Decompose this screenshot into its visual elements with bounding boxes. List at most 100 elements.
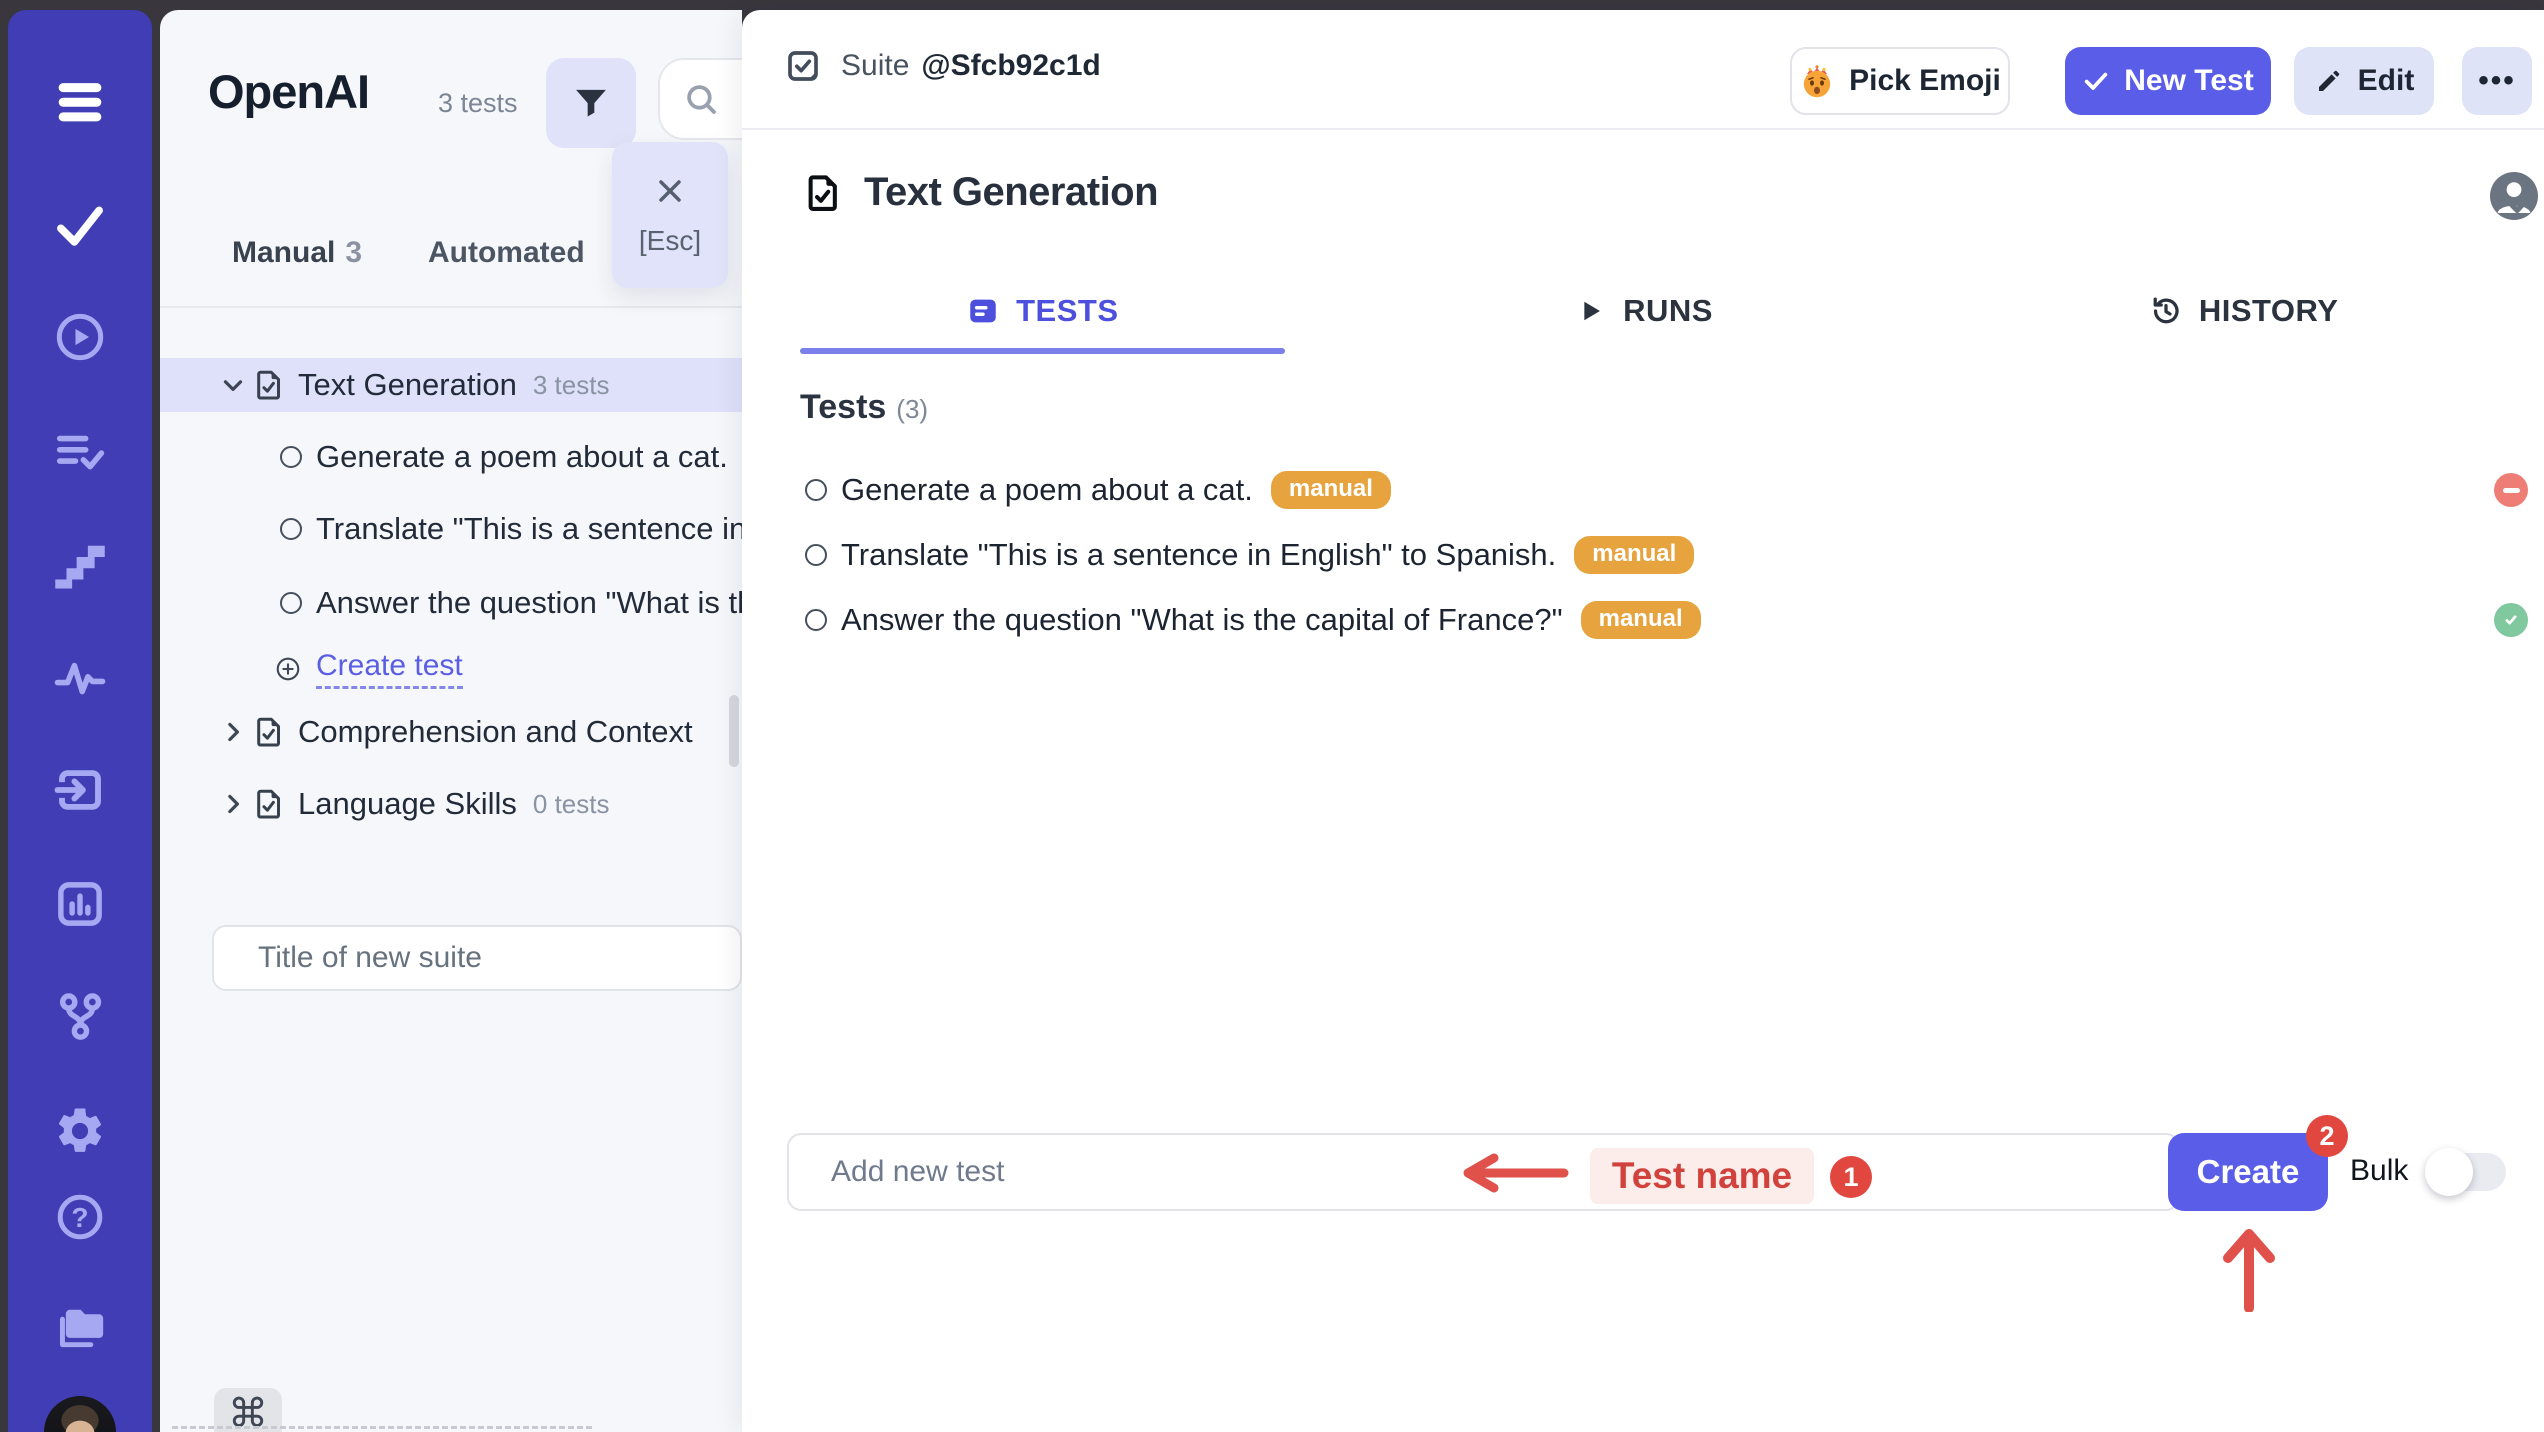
- play-circle-icon[interactable]: [53, 310, 107, 364]
- test-circle-icon[interactable]: [805, 609, 827, 631]
- plus-circle-icon: [274, 655, 302, 683]
- suite-tests-count: 3 tests: [438, 88, 518, 119]
- search-input[interactable]: [658, 58, 742, 140]
- manual-badge: manual: [1574, 536, 1694, 574]
- chevron-right-icon[interactable]: [218, 789, 248, 819]
- test-row[interactable]: Translate "This is a sentence in English…: [742, 528, 2544, 582]
- suite-doc-icon: [250, 786, 286, 822]
- new-test-button[interactable]: New Test: [2065, 47, 2271, 115]
- list-check-icon[interactable]: [53, 425, 107, 479]
- tree-create-test[interactable]: Create test: [160, 642, 742, 696]
- tree-suite-comprehension[interactable]: Comprehension and Context: [160, 705, 742, 759]
- tree-test-item[interactable]: Generate a poem about a cat.: [160, 430, 742, 484]
- test-circle-icon: [280, 592, 302, 614]
- suite-panel: OpenAI 3 tests [Esc] Manual3 Automated T…: [160, 10, 742, 1432]
- create-button[interactable]: Create: [2168, 1133, 2328, 1211]
- bar-chart-icon[interactable]: [53, 877, 107, 931]
- tab-tests[interactable]: TESTS: [742, 268, 1343, 354]
- test-circle-icon[interactable]: [805, 479, 827, 501]
- page-title: Text Generation: [864, 170, 1158, 215]
- edit-button[interactable]: Edit: [2294, 47, 2434, 115]
- annotation-left-arrow: [1454, 1150, 1570, 1196]
- annotation-step-2-badge: 2: [2306, 1115, 2348, 1157]
- tab-automated[interactable]: Automated: [428, 236, 585, 270]
- runs-tab-icon: [1573, 294, 1607, 328]
- chevron-right-icon[interactable]: [218, 717, 248, 747]
- breadcrumb: Suite @Sfcb92c1d: [783, 46, 1101, 86]
- person-check-icon: [2490, 172, 2538, 220]
- annotation-up-arrow: [2218, 1220, 2280, 1312]
- status-blocked-icon[interactable]: [2494, 473, 2528, 507]
- check-icon: [2082, 67, 2110, 95]
- git-branch-icon[interactable]: [53, 989, 107, 1043]
- active-tab-underline: [800, 348, 1285, 354]
- activity-icon[interactable]: [53, 651, 107, 705]
- suite-doc-icon: [250, 367, 286, 403]
- user-avatar[interactable]: [44, 1396, 116, 1432]
- tests-heading: Tests(3): [800, 388, 928, 427]
- close-icon[interactable]: [652, 173, 688, 209]
- tab-history[interactable]: HISTORY: [1943, 268, 2544, 354]
- menu-icon[interactable]: [53, 73, 107, 127]
- panel-divider: [160, 306, 742, 308]
- check-icon[interactable]: [53, 198, 107, 252]
- test-row[interactable]: Generate a poem about a cat. manual: [742, 463, 2544, 517]
- filter-icon: [570, 82, 612, 124]
- assignee-avatar[interactable]: [2490, 172, 2538, 220]
- manual-badge: manual: [1271, 471, 1391, 509]
- suite-label: Suite: [841, 49, 909, 83]
- test-circle-icon: [280, 518, 302, 540]
- more-actions-button[interactable]: •••: [2462, 47, 2532, 115]
- page-title-row: Text Generation: [800, 170, 1158, 215]
- toggle-knob[interactable]: [2425, 1148, 2473, 1196]
- tree-suite-label: Text Generation: [298, 367, 517, 403]
- manual-count: 3: [345, 236, 362, 269]
- annotation-step-1-badge: 1: [1830, 1156, 1872, 1198]
- tree-suite-language-skills[interactable]: Language Skills 0 tests: [160, 777, 742, 831]
- test-circle-icon: [280, 446, 302, 468]
- status-passed-icon[interactable]: [2494, 603, 2528, 637]
- tree-test-item[interactable]: Answer the question "What is the capital…: [160, 576, 742, 630]
- search-icon: [682, 80, 720, 118]
- test-row[interactable]: Answer the question "What is the capital…: [742, 593, 2544, 647]
- tests-tab-icon: [966, 294, 1000, 328]
- folders-icon[interactable]: [53, 1299, 107, 1353]
- annotation-test-name-label: Test name: [1590, 1148, 1814, 1204]
- suite-doc-icon: [250, 714, 286, 750]
- chevron-down-icon[interactable]: [218, 370, 248, 400]
- pencil-icon: [2314, 66, 2344, 96]
- ellipsis-icon: •••: [2478, 64, 2516, 98]
- import-icon[interactable]: [53, 763, 107, 817]
- tree-test-item[interactable]: Translate "This is a sentence in English…: [160, 502, 742, 556]
- suite-check-icon: [783, 46, 823, 86]
- exploding-head-emoji: [1799, 63, 1835, 99]
- app-title: OpenAI: [208, 64, 369, 119]
- help-icon[interactable]: ?: [53, 1190, 107, 1244]
- svg-text:?: ?: [71, 1202, 88, 1233]
- esc-key-label: [Esc]: [639, 225, 701, 257]
- suite-id: @Sfcb92c1d: [921, 49, 1100, 83]
- tree-suite-text-generation[interactable]: Text Generation 3 tests: [160, 358, 742, 412]
- manual-badge: manual: [1581, 601, 1701, 639]
- main-panel: Suite @Sfcb92c1d Pick Emoji New Test Edi…: [742, 10, 2544, 1432]
- create-test-link[interactable]: Create test: [316, 649, 463, 689]
- tests-count: (3): [896, 394, 928, 424]
- filter-button[interactable]: [546, 58, 636, 148]
- steps-icon[interactable]: [53, 539, 107, 593]
- test-circle-icon[interactable]: [805, 544, 827, 566]
- bulk-toggle[interactable]: [2428, 1153, 2506, 1191]
- main-tabs: TESTS RUNS HISTORY: [742, 268, 2544, 354]
- gear-icon[interactable]: [53, 1104, 107, 1158]
- esc-tooltip[interactable]: [Esc]: [612, 142, 728, 288]
- tab-runs[interactable]: RUNS: [1343, 268, 1944, 354]
- tree-suite-count: 3 tests: [533, 370, 610, 401]
- nav-rail: ?: [8, 10, 152, 1432]
- history-tab-icon: [2149, 294, 2183, 328]
- tree-scrollbar[interactable]: [729, 695, 739, 767]
- doc-check-icon: [800, 171, 844, 215]
- bulk-label: Bulk: [2350, 1154, 2408, 1188]
- tab-manual[interactable]: Manual3: [232, 236, 362, 270]
- main-header: Suite @Sfcb92c1d Pick Emoji New Test Edi…: [742, 10, 2544, 130]
- pick-emoji-button[interactable]: Pick Emoji: [1790, 47, 2010, 115]
- new-suite-title-input[interactable]: [212, 925, 742, 991]
